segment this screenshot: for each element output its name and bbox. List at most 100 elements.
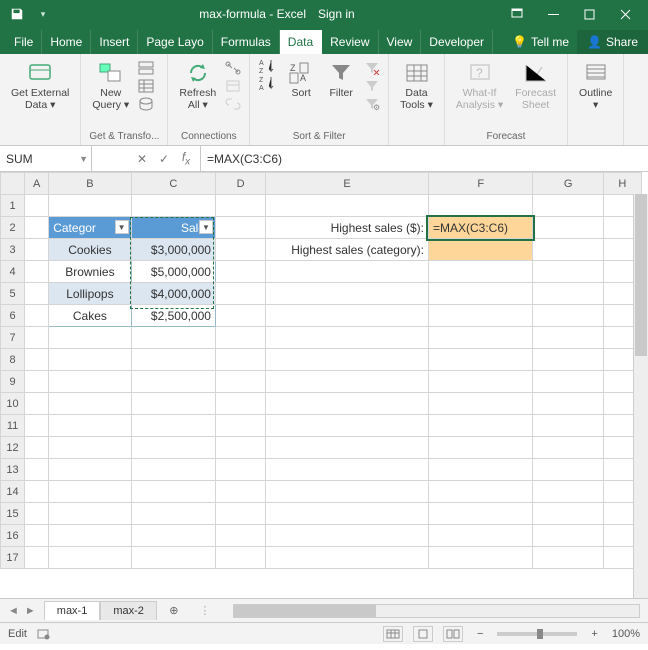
view-page-layout-icon[interactable] <box>413 626 433 642</box>
sort-asc-icon[interactable]: AZ <box>258 58 274 74</box>
sort-button[interactable]: ZA Sort <box>284 58 318 102</box>
view-normal-icon[interactable] <box>383 626 403 642</box>
tab-developer[interactable]: Developer <box>421 30 493 54</box>
col-header[interactable]: E <box>266 173 429 195</box>
get-external-data-button[interactable]: Get External Data ▾ <box>8 58 72 113</box>
row-header[interactable]: 2 <box>1 217 25 239</box>
tab-home[interactable]: Home <box>42 30 91 54</box>
table-header-category[interactable]: Categor▼ <box>49 217 131 239</box>
sort-desc-icon[interactable]: ZA <box>258 75 274 91</box>
new-query-button[interactable]: New Query ▾ <box>89 58 132 113</box>
macro-record-icon[interactable] <box>37 628 51 640</box>
col-header[interactable]: B <box>49 173 131 195</box>
zoom-out-icon[interactable]: − <box>473 628 487 640</box>
fx-icon[interactable]: fx <box>178 150 194 167</box>
col-header[interactable]: C <box>131 173 215 195</box>
formula-input[interactable]: =MAX(C3:C6) <box>200 146 648 171</box>
row-header[interactable]: 10 <box>1 393 25 415</box>
row-header[interactable]: 3 <box>1 239 25 261</box>
zoom-slider[interactable] <box>497 632 577 636</box>
label-highest-dollar[interactable]: Highest sales ($): <box>266 217 429 239</box>
tab-file[interactable]: File <box>6 30 42 54</box>
reapply-icon[interactable] <box>364 78 380 94</box>
recent-sources-icon[interactable] <box>138 96 154 112</box>
zoom-in-icon[interactable]: + <box>587 628 601 640</box>
row-header[interactable]: 16 <box>1 525 25 547</box>
table-header-sales[interactable]: Sales▼ <box>131 217 215 239</box>
filter-button[interactable]: Filter <box>324 58 358 102</box>
cell-F2-editing[interactable]: =MAX(C3:C6) <box>428 217 532 239</box>
row-header[interactable]: 11 <box>1 415 25 437</box>
select-all-corner[interactable] <box>1 173 25 195</box>
maximize-button[interactable] <box>572 2 606 26</box>
row-header[interactable]: 9 <box>1 371 25 393</box>
advanced-icon[interactable]: ⚙ <box>364 96 380 112</box>
from-table-icon[interactable] <box>138 78 154 94</box>
ribbon-options-icon[interactable] <box>500 2 534 26</box>
label-highest-category[interactable]: Highest sales (category): <box>266 239 429 261</box>
filter-dropdown-icon[interactable]: ▼ <box>199 220 213 234</box>
col-header[interactable]: F <box>428 173 532 195</box>
close-button[interactable] <box>608 2 642 26</box>
row-header[interactable]: 13 <box>1 459 25 481</box>
cell-F3[interactable] <box>428 239 532 261</box>
add-sheet-button[interactable]: ⊕ <box>163 604 185 617</box>
row-header[interactable]: 12 <box>1 437 25 459</box>
col-header[interactable]: H <box>603 173 641 195</box>
sheet-nav-prev-icon[interactable]: ◄ <box>8 605 19 617</box>
row-header[interactable]: 17 <box>1 547 25 569</box>
col-header[interactable]: G <box>533 173 603 195</box>
refresh-all-button[interactable]: Refresh All ▾ <box>176 58 219 113</box>
tab-insert[interactable]: Insert <box>91 30 138 54</box>
row-header[interactable]: 5 <box>1 283 25 305</box>
col-header[interactable]: D <box>215 173 265 195</box>
sheet-tab-1[interactable]: max-1 <box>44 601 101 620</box>
confirm-formula-icon[interactable]: ✓ <box>156 152 172 166</box>
save-button[interactable] <box>6 3 28 25</box>
table-cell[interactable]: Cakes <box>49 305 131 327</box>
clear-filter-icon[interactable] <box>364 60 380 76</box>
sheet-nav-next-icon[interactable]: ► <box>25 605 36 617</box>
name-box-dropdown-icon[interactable]: ▼ <box>79 154 88 164</box>
col-header[interactable]: A <box>25 173 49 195</box>
signin-link[interactable]: Sign in <box>318 7 355 21</box>
data-tools-button[interactable]: Data Tools ▾ <box>397 58 436 113</box>
table-cell[interactable]: Brownies <box>49 261 131 283</box>
row-header[interactable]: 1 <box>1 195 25 217</box>
horizontal-scrollbar[interactable] <box>233 604 640 618</box>
scroll-thumb[interactable] <box>234 605 376 617</box>
tab-data[interactable]: Data <box>280 30 322 54</box>
vertical-scrollbar[interactable] <box>633 194 648 598</box>
grid[interactable]: A B C D E F G H 1 2 Categor▼ Sales▼ High… <box>0 172 642 569</box>
table-cell[interactable]: $2,500,000 <box>131 305 215 327</box>
row-header[interactable]: 4 <box>1 261 25 283</box>
zoom-level[interactable]: 100% <box>612 628 640 640</box>
whatif-analysis-button[interactable]: ? What-If Analysis ▾ <box>453 58 506 113</box>
tell-me-search[interactable]: 💡 Tell me <box>504 30 577 54</box>
row-header[interactable]: 15 <box>1 503 25 525</box>
name-box[interactable]: SUM ▼ <box>0 146 92 171</box>
edit-links-icon[interactable] <box>225 96 241 112</box>
tab-formulas[interactable]: Formulas <box>213 30 280 54</box>
table-cell[interactable]: $4,000,000 <box>131 283 215 305</box>
cancel-formula-icon[interactable]: ✕ <box>134 152 150 166</box>
tab-view[interactable]: View <box>379 30 422 54</box>
outline-button[interactable]: Outline ▾ <box>576 58 615 113</box>
minimize-button[interactable] <box>536 2 570 26</box>
table-cell[interactable]: $3,000,000 <box>131 239 215 261</box>
row-header[interactable]: 7 <box>1 327 25 349</box>
qat-dropdown-icon[interactable]: ▾ <box>32 3 54 25</box>
scroll-thumb[interactable] <box>635 194 647 356</box>
share-button[interactable]: 👤 Share <box>577 30 648 54</box>
row-header[interactable]: 8 <box>1 349 25 371</box>
view-page-break-icon[interactable] <box>443 626 463 642</box>
connections-icon[interactable] <box>225 60 241 76</box>
sheet-tab-2[interactable]: max-2 <box>100 601 157 620</box>
tab-review[interactable]: Review <box>322 30 378 54</box>
row-header[interactable]: 14 <box>1 481 25 503</box>
table-cell[interactable]: $5,000,000 <box>131 261 215 283</box>
table-cell[interactable]: Cookies <box>49 239 131 261</box>
filter-dropdown-icon[interactable]: ▼ <box>115 220 129 234</box>
properties-icon[interactable] <box>225 78 241 94</box>
row-header[interactable]: 6 <box>1 305 25 327</box>
